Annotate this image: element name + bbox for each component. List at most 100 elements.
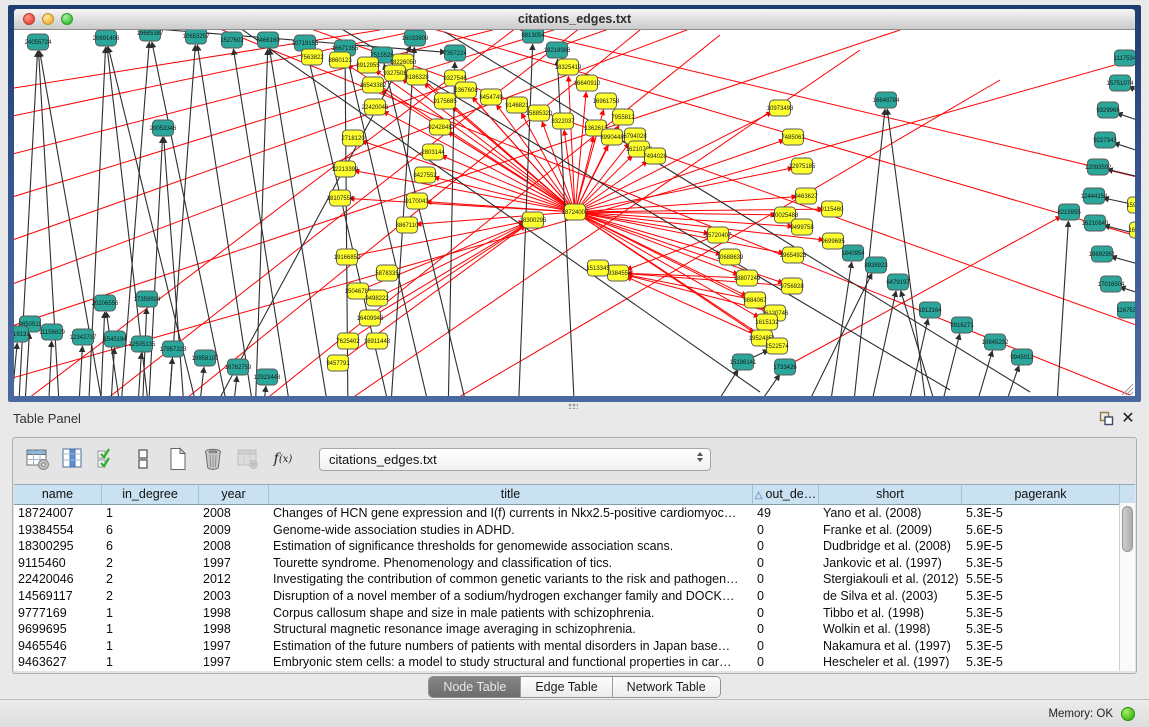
new-document-icon[interactable] (165, 447, 191, 471)
graph-node[interactable]: 12923448 (254, 369, 281, 385)
graph-node[interactable]: 12093592 (1085, 159, 1112, 175)
memory-status-icon[interactable] (1121, 707, 1135, 721)
column-header[interactable]: pagerank (962, 485, 1120, 504)
graph-node[interactable]: 9756928 (780, 278, 804, 294)
graph-node[interactable]: 12975185 (789, 158, 816, 174)
graph-node[interactable]: 7625402 (336, 333, 360, 349)
tab-network-table[interactable]: Network Table (612, 677, 720, 697)
graph-node[interactable]: 15751074 (1107, 75, 1134, 91)
graph-node[interactable]: 8860123 (328, 52, 352, 68)
graph-node[interactable]: 16648784 (873, 92, 900, 108)
graph-node[interactable]: 12213399 (332, 161, 359, 177)
column-header[interactable]: △out_de… (753, 485, 819, 504)
network-window-titlebar[interactable]: citations_edges.txt (14, 9, 1135, 30)
graph-node[interactable]: 8427552 (413, 167, 437, 183)
float-panel-icon[interactable] (1095, 409, 1117, 427)
graph-node[interactable]: 2718120 (341, 130, 365, 146)
graph-node[interactable]: 20053346 (150, 120, 177, 136)
graph-node[interactable]: 5878335 (375, 265, 399, 281)
table-settings-icon[interactable] (25, 447, 51, 471)
graph-node[interactable]: 1167534 (1117, 302, 1135, 318)
graph-node[interactable]: 1840954 (841, 245, 865, 261)
graph-node[interactable]: 10653257 (183, 30, 210, 44)
graph-node[interactable]: 17957223 (160, 341, 187, 357)
graph-node[interactable]: 1513345 (586, 260, 610, 276)
graph-node[interactable]: 8186328 (405, 69, 429, 85)
graph-node[interactable]: 20691406 (93, 30, 120, 46)
graph-node[interactable]: 17016504 (1098, 276, 1125, 292)
graph-node[interactable]: 24055724 (25, 34, 52, 50)
close-panel-icon[interactable]: ✕ (1117, 409, 1139, 427)
graph-node[interactable]: 2522574 (765, 338, 789, 354)
graph-node[interactable]: 1615132 (755, 314, 779, 330)
graph-node[interactable]: 16782759 (225, 359, 252, 375)
graph-node[interactable]: 18724007 (562, 204, 589, 220)
graph-node[interactable]: 7357224 (443, 45, 467, 61)
graph-node[interactable]: 9916271 (950, 317, 974, 333)
graph-node[interactable]: 9884067 (743, 292, 767, 308)
graph-node[interactable]: 8813054 (521, 30, 545, 43)
checklist-icon[interactable] (95, 447, 121, 471)
graph-node[interactable]: 7955812 (611, 109, 635, 125)
column-header[interactable]: title (269, 485, 753, 504)
graph-node[interactable]: 9327508 (383, 65, 407, 81)
delete-table-icon[interactable] (235, 447, 261, 471)
graph-node[interactable]: 2367608 (454, 82, 478, 98)
graph-node[interactable]: 16409948 (357, 310, 384, 326)
graph-node[interactable]: 19166852 (334, 249, 361, 265)
graph-node[interactable]: 19685387 (137, 30, 164, 41)
graph-node[interactable]: 16961758 (593, 93, 620, 109)
function-icon[interactable]: f(x) (270, 447, 296, 471)
graph-node[interactable]: 8322037 (551, 113, 575, 129)
table-row[interactable]: 1872400712008Changes of HCN gene express… (14, 505, 1135, 522)
graph-node[interactable]: 12342737 (70, 329, 97, 345)
graph-node[interactable]: 1733426 (773, 359, 797, 375)
table-row[interactable]: 1938455462009Genome-wide association stu… (14, 522, 1135, 539)
graph-node[interactable]: 16640910 (574, 75, 601, 91)
graph-node[interactable]: 18107554 (327, 190, 354, 206)
minimize-window-button[interactable] (42, 13, 54, 25)
graph-node[interactable]: 9175685 (433, 93, 457, 109)
tab-node-table[interactable]: Node Table (429, 677, 520, 697)
table-row[interactable]: 946554611997Estimation of the future num… (14, 638, 1135, 655)
graph-node[interactable]: 15885320 (526, 105, 553, 121)
select-column-icon[interactable] (60, 447, 86, 471)
graph-node[interactable]: 19958107 (192, 350, 219, 366)
graph-node[interactable]: 17359924 (134, 291, 161, 307)
graph-node[interactable]: 1595349 (1126, 197, 1135, 213)
network-canvas[interactable]: 24055724 20691406 19685387 10653257 1527602 6… (14, 30, 1135, 396)
graph-node[interactable]: 12444154 (1081, 188, 1108, 204)
graph-node[interactable]: 15196141 (730, 354, 757, 370)
graph-node[interactable]: 11156829 (39, 324, 65, 340)
column-header[interactable]: year (199, 485, 269, 504)
table-row[interactable]: 946362711997Embryonic stem cells: a mode… (14, 654, 1135, 671)
graph-node[interactable]: 19692951 (1089, 246, 1116, 262)
graph-node[interactable]: 9457791 (326, 355, 350, 371)
trash-icon[interactable] (200, 447, 226, 471)
graph-node[interactable]: 1545194 (103, 331, 127, 347)
resize-grip-icon[interactable] (1122, 384, 1133, 395)
graph-node[interactable]: 8912955 (356, 57, 380, 73)
table-row[interactable]: 969969511998Structural magnetic resonanc… (14, 621, 1135, 638)
graph-node[interactable]: 1117534 (1114, 50, 1135, 66)
table-row[interactable]: 911546021997Tourette syndrome. Phenomeno… (14, 555, 1135, 572)
vertical-scrollbar[interactable] (1119, 503, 1135, 671)
graph-node[interactable]: 19654923 (780, 247, 807, 263)
graph-node[interactable]: 10973493 (767, 100, 794, 116)
graph-node[interactable]: 6479197 (886, 274, 910, 290)
graph-node[interactable]: 19218986 (544, 42, 571, 58)
graph-node[interactable]: 1527602 (220, 32, 244, 48)
scrollbar-thumb[interactable] (1122, 506, 1133, 552)
graph-node[interactable]: 1671023 (1128, 222, 1135, 238)
graph-node[interactable]: 12505135 (129, 336, 156, 352)
graph-node[interactable]: 9170043 (405, 193, 429, 209)
tab-edge-table[interactable]: Edge Table (520, 677, 611, 697)
zoom-window-button[interactable] (61, 13, 73, 25)
graph-node[interactable]: 18325419 (555, 59, 582, 75)
table-row[interactable]: 2242004622012Investigating the contribut… (14, 571, 1135, 588)
graph-node[interactable]: 20206556 (92, 295, 119, 311)
graph-node[interactable]: 9115460 (821, 201, 845, 217)
graph-node[interactable]: 2803144 (421, 144, 445, 160)
graph-node[interactable]: 15720407 (705, 227, 732, 243)
graph-node[interactable]: 18807249 (734, 270, 761, 286)
